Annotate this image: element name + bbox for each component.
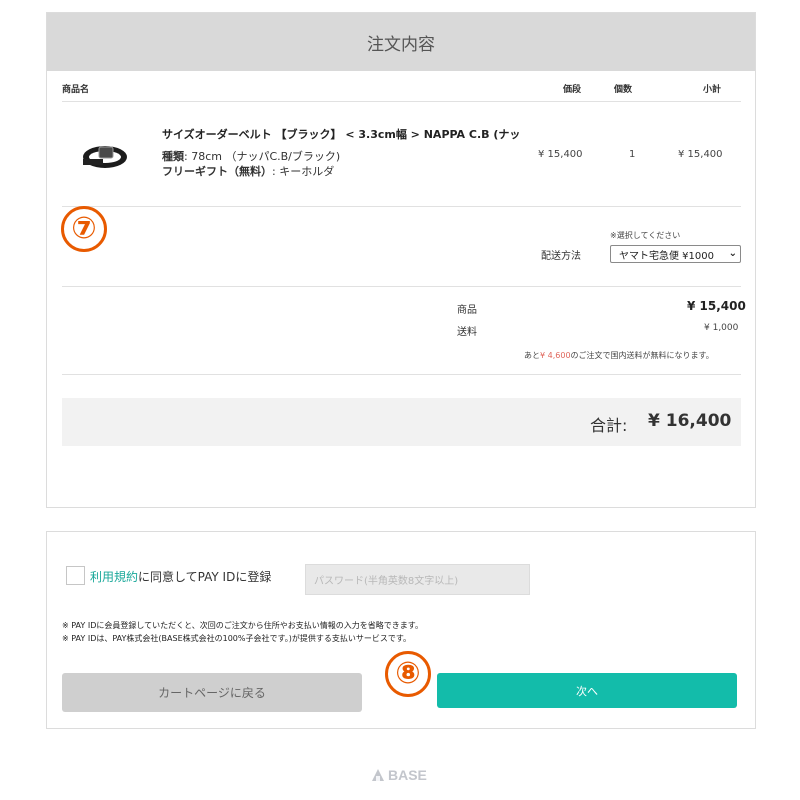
chevron-down-icon: ⌄	[728, 248, 737, 259]
goods-value: ¥ 15,400	[687, 299, 746, 313]
base-logo: BASE	[371, 767, 427, 783]
shipping-selected-value: ヤマト宅急便 ¥1000	[619, 250, 714, 262]
notice-line-2: ※ PAY IDは、PAY株式会社(BASE株式会社の100%子会社です。)が提…	[62, 634, 412, 643]
item-quantity: 1	[629, 149, 636, 160]
pay-id-register-card: 利用規約に同意してPAY IDに登録 パスワード(半角英数8文字以上) ※ PA…	[46, 531, 756, 729]
order-header: 注文内容	[47, 13, 755, 71]
divider	[62, 101, 741, 102]
divider	[62, 374, 741, 375]
divider	[62, 206, 741, 207]
option-value: : 78cm （ナッパC.B/ブラック)	[184, 150, 341, 163]
goods-label: 商品	[457, 305, 477, 316]
column-header-name: 商品名	[62, 85, 90, 95]
shipping-method-label: 配送方法	[541, 251, 581, 262]
item-price: ¥ 15,400	[538, 149, 583, 160]
product-name[interactable]: サイズオーダーベルト 【ブラック】 < 3.3cm幅 > NAPPA C.B (…	[162, 126, 520, 142]
option-value: : キーホルダ	[272, 165, 335, 178]
column-header-subtotal: 小計	[703, 85, 722, 95]
next-button[interactable]: 次へ	[437, 673, 737, 708]
column-header-price: 価段	[563, 85, 582, 95]
product-option-size: 種類: 78cm （ナッパC.B/ブラック)	[162, 148, 340, 164]
free-note-amount: ¥ 4,600	[540, 351, 571, 360]
back-to-cart-button[interactable]: カートページに戻る	[62, 673, 362, 712]
free-note-pre: あと	[524, 351, 540, 360]
item-subtotal: ¥ 15,400	[678, 149, 723, 160]
total-box: 合計: ¥ 16,400	[62, 398, 741, 446]
divider	[62, 286, 741, 287]
option-label: フリーギフト（無料）	[162, 165, 272, 178]
agree-text: 利用規約に同意してPAY IDに登録	[90, 568, 271, 585]
order-summary-card: 注文内容 商品名 価段 個数 小計 サイズオーダーベルト 【ブラック】 < 3.…	[46, 12, 756, 508]
free-shipping-note: あと¥ 4,600のご注文で国内送料が無料になります。	[524, 350, 714, 361]
total-value: ¥ 16,400	[648, 411, 732, 431]
agree-label: に同意してPAY IDに登録	[138, 570, 272, 584]
shipping-fee-label: 送料	[457, 327, 477, 338]
order-title: 注文内容	[367, 34, 435, 55]
agree-checkbox[interactable]	[66, 566, 85, 585]
product-thumbnail	[83, 146, 127, 168]
shipping-note: ※選択してください	[610, 231, 681, 240]
shipping-method-select[interactable]: ヤマト宅急便 ¥1000 ⌄	[610, 245, 741, 263]
step-8-marker: ⑧	[385, 651, 431, 697]
option-label: 種類	[162, 150, 184, 163]
base-logo-icon	[372, 769, 384, 781]
product-option-gift: フリーギフト（無料）: キーホルダ	[162, 163, 334, 179]
free-note-post: のご注文で国内送料が無料になります。	[570, 351, 714, 360]
password-input[interactable]: パスワード(半角英数8文字以上)	[305, 564, 530, 595]
notice-line-1: ※ PAY IDに会員登録していただくと、次回のご注文から住所やお支払い情報の入…	[62, 621, 423, 630]
shipping-fee-value: ¥ 1,000	[704, 323, 739, 333]
step-7-marker: ⑦	[61, 206, 107, 252]
terms-link[interactable]: 利用規約	[90, 570, 138, 584]
total-label: 合計:	[590, 416, 628, 435]
column-header-qty: 個数	[614, 85, 633, 95]
base-brand-text: BASE	[388, 767, 427, 783]
